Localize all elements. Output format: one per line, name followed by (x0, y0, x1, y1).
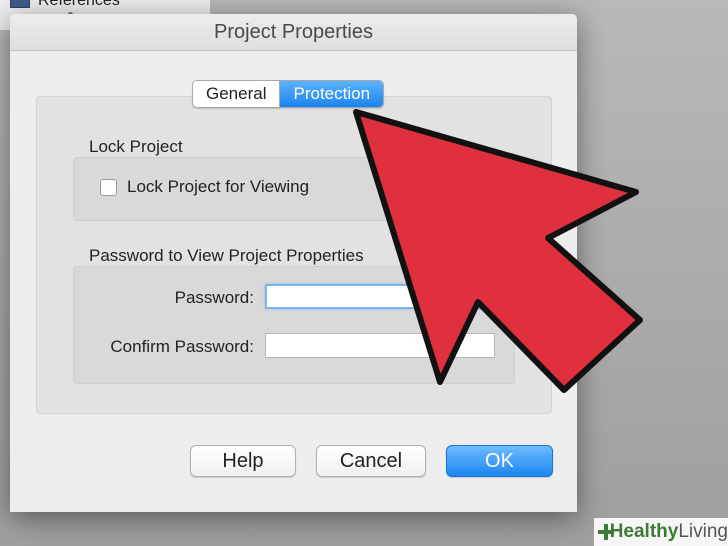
healthy-living-watermark: HealthyLiving (594, 518, 728, 546)
watermark-text-2: Living (678, 521, 728, 542)
health-cross-icon (598, 524, 614, 540)
red-arrow-icon (353, 109, 643, 393)
pointer-arrow-overlay (353, 109, 643, 393)
watermark-text-1: Healthy (609, 521, 679, 542)
